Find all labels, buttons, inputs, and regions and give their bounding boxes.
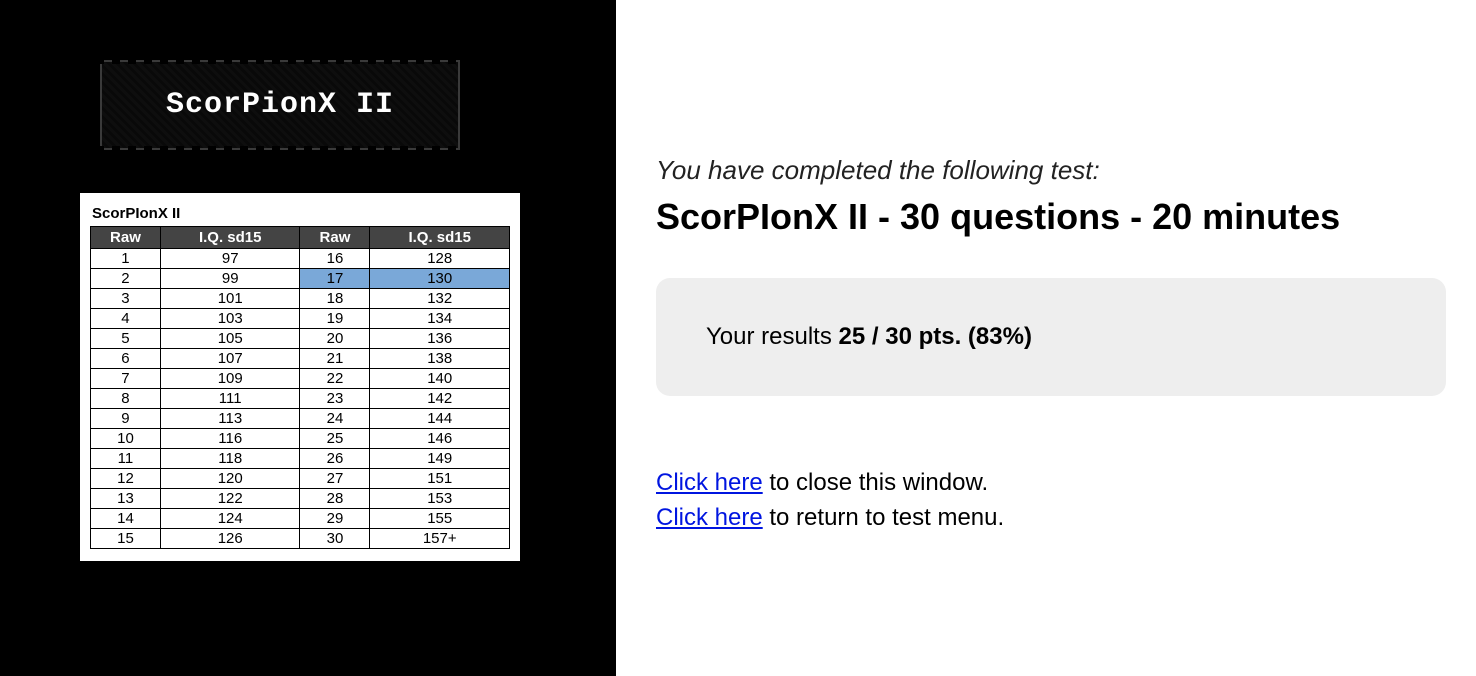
- score-table: Raw I.Q. sd15 Raw I.Q. sd15 197161282991…: [90, 226, 510, 549]
- result-value: 25 / 30 pts. (83%): [839, 323, 1032, 350]
- cell-iq2: 144: [370, 409, 510, 429]
- cell-r1: 7: [91, 369, 161, 389]
- cell-r2: 30: [300, 529, 370, 549]
- table-row: 410319134: [91, 309, 510, 329]
- table-row: 1111826149: [91, 449, 510, 469]
- cell-iq2: 149: [370, 449, 510, 469]
- score-card-title: ScorPIonX II: [90, 203, 510, 226]
- cell-r2: 24: [300, 409, 370, 429]
- cell-iq1: 120: [160, 469, 300, 489]
- table-row: 510520136: [91, 329, 510, 349]
- cell-iq1: 101: [160, 289, 300, 309]
- sidebar: ScorPionX II ScorPIonX II Raw I.Q. sd15 …: [0, 0, 616, 676]
- cell-r2: 28: [300, 489, 370, 509]
- cell-r2: 21: [300, 349, 370, 369]
- menu-line: Click here to return to test menu.: [656, 501, 1446, 536]
- col-raw-1: Raw: [91, 227, 161, 249]
- cell-r1: 4: [91, 309, 161, 329]
- table-row: 1312228153: [91, 489, 510, 509]
- results-panel: You have completed the following test: S…: [616, 0, 1476, 676]
- table-row: 29917130: [91, 269, 510, 289]
- col-iq-2: I.Q. sd15: [370, 227, 510, 249]
- cell-r1: 2: [91, 269, 161, 289]
- completed-text: You have completed the following test:: [656, 155, 1446, 186]
- cell-r1: 15: [91, 529, 161, 549]
- close-line: Click here to close this window.: [656, 466, 1446, 501]
- score-card: ScorPIonX II Raw I.Q. sd15 Raw I.Q. sd15…: [80, 193, 520, 561]
- cell-iq2: 134: [370, 309, 510, 329]
- cell-iq2: 153: [370, 489, 510, 509]
- cell-iq1: 105: [160, 329, 300, 349]
- cell-iq2: 157+: [370, 529, 510, 549]
- result-box: Your results 25 / 30 pts. (83%): [656, 278, 1446, 396]
- test-name-heading: ScorPIonX II - 30 questions - 20 minutes: [656, 196, 1446, 238]
- cell-r2: 26: [300, 449, 370, 469]
- cell-iq1: 126: [160, 529, 300, 549]
- cell-iq1: 118: [160, 449, 300, 469]
- cell-r2: 22: [300, 369, 370, 389]
- cell-r2: 20: [300, 329, 370, 349]
- cell-r1: 8: [91, 389, 161, 409]
- table-row: 1412429155: [91, 509, 510, 529]
- cell-r1: 12: [91, 469, 161, 489]
- cell-iq2: 128: [370, 249, 510, 269]
- table-row: 610721138: [91, 349, 510, 369]
- cell-r2: 17: [300, 269, 370, 289]
- cell-iq1: 116: [160, 429, 300, 449]
- cell-iq1: 99: [160, 269, 300, 289]
- cell-iq2: 146: [370, 429, 510, 449]
- return-menu-link[interactable]: Click here: [656, 504, 763, 531]
- cell-iq1: 111: [160, 389, 300, 409]
- cell-iq1: 109: [160, 369, 300, 389]
- close-window-link[interactable]: Click here: [656, 469, 763, 496]
- cell-iq1: 122: [160, 489, 300, 509]
- cell-r2: 25: [300, 429, 370, 449]
- cell-iq2: 136: [370, 329, 510, 349]
- cell-r1: 14: [91, 509, 161, 529]
- cell-iq1: 124: [160, 509, 300, 529]
- close-tail: to close this window.: [763, 469, 988, 496]
- table-row: 19716128: [91, 249, 510, 269]
- cell-iq2: 151: [370, 469, 510, 489]
- cell-r1: 1: [91, 249, 161, 269]
- cell-iq2: 142: [370, 389, 510, 409]
- cell-iq1: 107: [160, 349, 300, 369]
- cell-r1: 11: [91, 449, 161, 469]
- test-banner-title: ScorPionX II: [166, 88, 394, 122]
- cell-iq2: 130: [370, 269, 510, 289]
- col-raw-2: Raw: [300, 227, 370, 249]
- cell-iq2: 155: [370, 509, 510, 529]
- cell-r1: 5: [91, 329, 161, 349]
- table-row: 911324144: [91, 409, 510, 429]
- cell-r1: 13: [91, 489, 161, 509]
- cell-iq1: 97: [160, 249, 300, 269]
- result-links: Click here to close this window. Click h…: [656, 466, 1446, 536]
- cell-iq2: 140: [370, 369, 510, 389]
- cell-iq2: 138: [370, 349, 510, 369]
- cell-r1: 9: [91, 409, 161, 429]
- table-row: 1512630157+: [91, 529, 510, 549]
- cell-r2: 18: [300, 289, 370, 309]
- table-row: 710922140: [91, 369, 510, 389]
- table-row: 1011625146: [91, 429, 510, 449]
- cell-r2: 16: [300, 249, 370, 269]
- cell-r1: 10: [91, 429, 161, 449]
- test-banner: ScorPionX II: [100, 60, 460, 150]
- menu-tail: to return to test menu.: [763, 504, 1004, 531]
- result-label: Your results: [706, 323, 839, 350]
- score-table-header-row: Raw I.Q. sd15 Raw I.Q. sd15: [91, 227, 510, 249]
- cell-r2: 27: [300, 469, 370, 489]
- cell-iq2: 132: [370, 289, 510, 309]
- cell-iq1: 113: [160, 409, 300, 429]
- cell-r2: 29: [300, 509, 370, 529]
- cell-r1: 3: [91, 289, 161, 309]
- cell-r1: 6: [91, 349, 161, 369]
- col-iq-1: I.Q. sd15: [160, 227, 300, 249]
- table-row: 1212027151: [91, 469, 510, 489]
- cell-r2: 19: [300, 309, 370, 329]
- cell-iq1: 103: [160, 309, 300, 329]
- table-row: 310118132: [91, 289, 510, 309]
- cell-r2: 23: [300, 389, 370, 409]
- table-row: 811123142: [91, 389, 510, 409]
